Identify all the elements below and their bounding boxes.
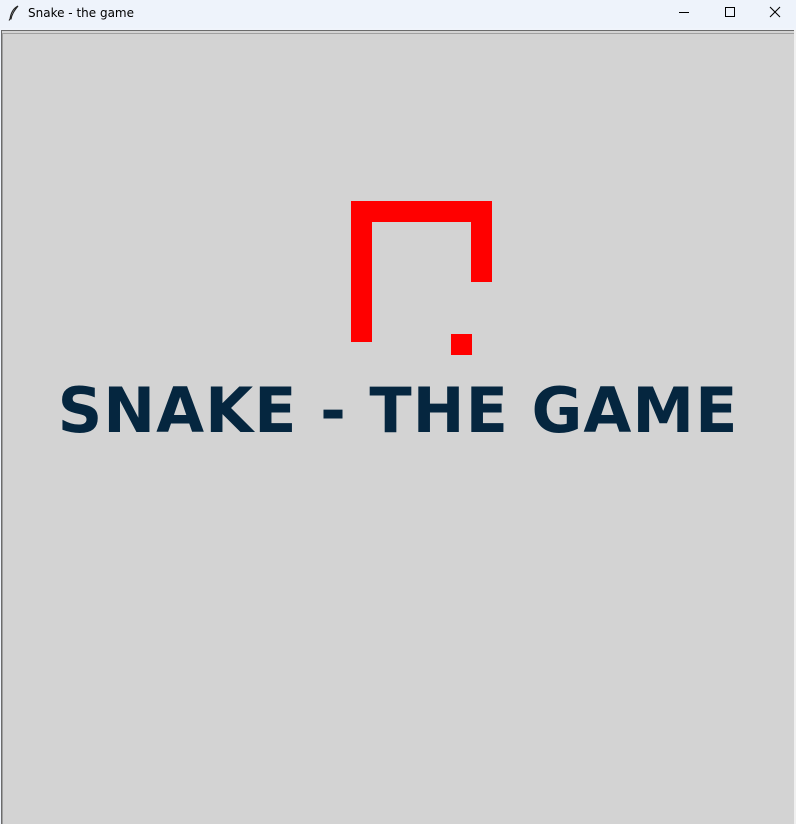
game-title: SNAKE - THE GAME	[57, 374, 739, 447]
snake-segment	[351, 201, 372, 342]
close-icon	[769, 5, 781, 23]
minimize-icon	[678, 5, 690, 23]
feather-icon	[8, 5, 20, 21]
app-window: Snake - the game SNAKE - THE GAME	[0, 0, 796, 824]
window-title: Snake - the game	[28, 6, 134, 20]
snake-segment	[471, 201, 492, 282]
maximize-button[interactable]	[707, 0, 753, 28]
minimize-button[interactable]	[661, 0, 707, 28]
title-bar[interactable]: Snake - the game	[0, 0, 796, 28]
close-button[interactable]	[752, 0, 796, 28]
maximize-icon	[724, 5, 736, 23]
snake-food	[451, 334, 472, 355]
